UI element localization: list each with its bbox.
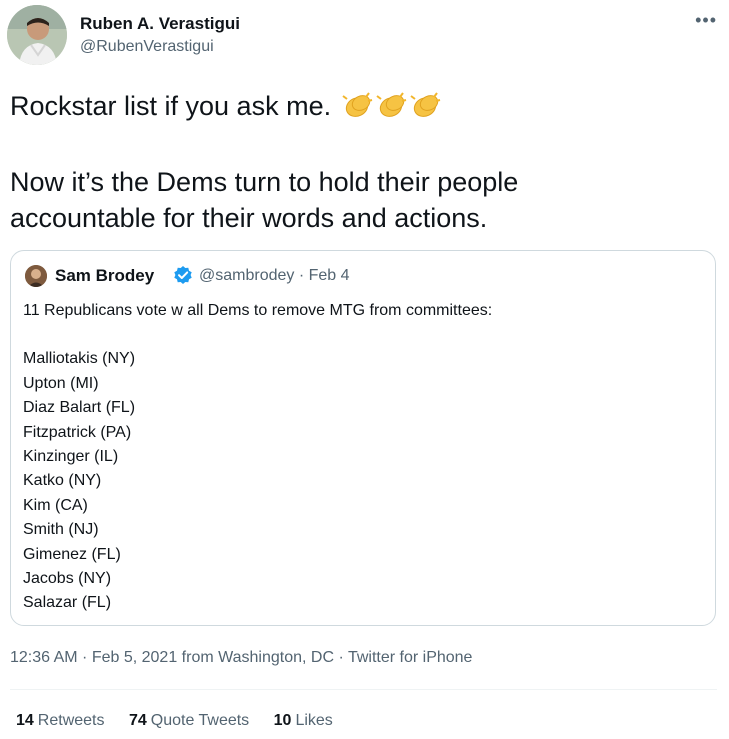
tweet-text-content: Rockstar list if you ask me. — [10, 91, 332, 121]
author-name[interactable]: Ruben A. Verastigui — [80, 14, 240, 34]
tweet-timestamp[interactable]: 12:36 AM · Feb 5, 2021 from — [10, 649, 218, 666]
quote-tweets-count: 74 — [128, 712, 147, 729]
likes-stat[interactable]: 10 Likes — [274, 712, 333, 729]
list-item: Katko (NY) — [23, 472, 102, 490]
list-item: Upton (MI) — [23, 374, 99, 392]
likes-count: 10 — [273, 712, 292, 729]
list-item: Kim (CA) — [23, 496, 88, 514]
clapping-hands-emojis — [339, 91, 441, 121]
quote-tweets-stat[interactable]: 74 Quote Tweets — [129, 712, 249, 729]
meta-separator: · — [334, 649, 348, 666]
retweets-stat[interactable]: 14 Retweets — [16, 712, 105, 729]
list-item: Smith (NJ) — [23, 521, 99, 539]
likes-label: Likes — [295, 712, 333, 729]
tweet-meta: 12:36 AM · Feb 5, 2021 from Washington, … — [10, 649, 472, 667]
tweet-text-line: accountable for their words and actions. — [10, 203, 488, 233]
list-item: Salazar (FL) — [23, 594, 112, 612]
clapping-hands-icon — [342, 92, 372, 117]
quoted-handle-date: @sambrodey · Feb 4 — [199, 267, 350, 284]
author-avatar[interactable] — [7, 5, 67, 65]
list-item: Gimenez (FL) — [23, 545, 121, 563]
list-item: Diaz Balart (FL) — [23, 399, 136, 417]
tweet-source[interactable]: Twitter for iPhone — [348, 649, 473, 666]
quoted-author-name: Sam Brodey — [55, 266, 155, 285]
divider — [10, 689, 717, 690]
retweets-label: Retweets — [37, 712, 105, 729]
tweet-stats: 14 Retweets 74 Quote Tweets 10 Likes — [16, 712, 353, 730]
list-item: Jacobs (NY) — [23, 570, 112, 588]
quoted-body: 11 Republicans vote w all Dems to remove… — [23, 299, 492, 616]
list-item: Malliotakis (NY) — [23, 350, 136, 368]
quoted-avatar — [25, 265, 47, 287]
author-handle[interactable]: @RubenVerastigui — [80, 38, 214, 56]
clapping-hands-icon — [376, 92, 406, 117]
more-icon[interactable]: ••• — [695, 10, 717, 31]
verified-badge-icon — [174, 266, 192, 284]
quoted-tweet[interactable]: Sam Brodey @sambrodey · Feb 4 11 Republi… — [10, 250, 716, 626]
tweet-location[interactable]: Washington, DC — [218, 649, 334, 666]
quote-tweets-label: Quote Tweets — [150, 712, 250, 729]
retweets-count: 14 — [16, 712, 34, 729]
clapping-hands-icon — [410, 92, 440, 117]
list-item: Kinzinger (IL) — [23, 448, 119, 466]
list-item: Fitzpatrick (PA) — [23, 423, 132, 441]
tweet-text-line: Now it’s the Dems turn to hold their peo… — [10, 167, 519, 197]
quoted-lead: 11 Republicans vote w all Dems to remove… — [23, 302, 493, 319]
tweet-text-line: Rockstar list if you ask me. — [10, 88, 441, 124]
